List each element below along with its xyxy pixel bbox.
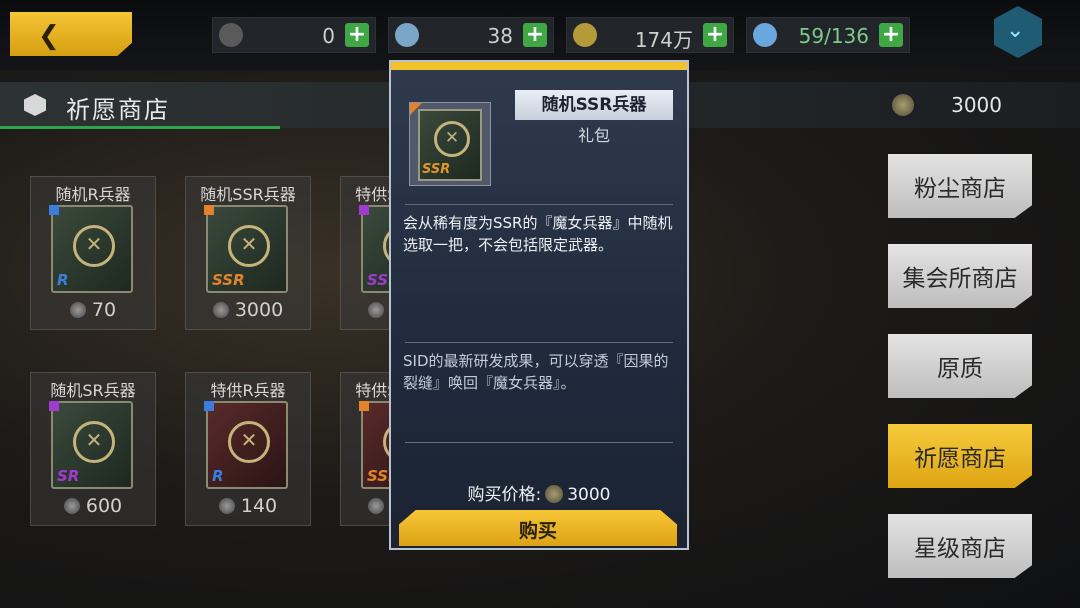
item-price: 140	[186, 495, 310, 517]
side-tab-label: 星级商店	[914, 536, 1006, 562]
purchase-price: 购买价格: 3000	[391, 480, 687, 505]
side-tab-dust-shop[interactable]: 粉尘商店	[888, 154, 1032, 218]
price-label: 购买价格:	[467, 485, 542, 505]
weapon-book-icon: ✕ R	[206, 401, 288, 489]
item-price: 600	[31, 495, 155, 517]
rarity-corner	[359, 205, 369, 215]
rarity-tag: SSR	[212, 271, 245, 289]
item-price: 3000	[186, 299, 310, 321]
shop-item[interactable]: 随机SR兵器 ✕ SR 600	[30, 372, 156, 526]
emblem-icon: ✕	[434, 121, 470, 157]
modal-subtitle: 礼包	[577, 126, 610, 145]
weapon-book-icon: ✕ R	[51, 205, 133, 293]
rarity-tag: SR	[57, 467, 80, 485]
resource-coin-value: 174万	[634, 28, 693, 52]
coin-icon	[573, 23, 597, 47]
coin-icon	[367, 498, 384, 514]
resource-ticket: 0 +	[212, 17, 376, 53]
item-price-value: 3000	[234, 299, 284, 321]
rarity-corner	[204, 205, 214, 215]
coin-icon	[63, 498, 80, 514]
cube-icon	[24, 94, 46, 116]
rarity-corner	[49, 401, 59, 411]
coin-icon	[892, 94, 914, 116]
divider	[405, 442, 673, 443]
side-tab-gathering-shop[interactable]: 集会所商店	[888, 244, 1032, 308]
shop-currency: 3000	[880, 88, 1016, 122]
item-name: 随机SSR兵器	[200, 185, 296, 204]
item-name: 特供R兵器	[210, 381, 286, 400]
weapon-book-icon: ✕ SSR	[418, 109, 482, 181]
rarity-tag: R	[212, 467, 224, 485]
item-flavor-text: SID的最新研发成果，可以穿透『因果的裂缝』唤回『魔女兵器』。	[403, 352, 669, 392]
emblem-icon: ✕	[73, 225, 115, 267]
gem-icon	[395, 23, 419, 47]
add-coin-button[interactable]: +	[703, 23, 727, 47]
add-stamina-button[interactable]: +	[879, 23, 903, 47]
back-button[interactable]: ❮	[10, 12, 132, 56]
emblem-icon: ✕	[228, 225, 270, 267]
side-tab-star-shop[interactable]: 星级商店	[888, 514, 1032, 578]
weapon-book-icon: ✕ SR	[51, 401, 133, 489]
coin-icon	[69, 302, 86, 318]
page-title: 祈愿商店	[66, 96, 170, 124]
side-tab-label: 集会所商店	[902, 266, 1018, 292]
item-price-value: 600	[85, 495, 123, 517]
item-name: 随机SR兵器	[50, 381, 136, 400]
chevron-left-icon: ❮	[38, 21, 60, 51]
ticket-icon	[219, 23, 243, 47]
item-name: 随机R兵器	[55, 185, 131, 204]
rarity-tag: SSR	[422, 162, 451, 177]
add-ticket-button[interactable]: +	[345, 23, 369, 47]
item-price: 70	[31, 299, 155, 321]
resource-ticket-value: 0	[322, 24, 335, 48]
item-thumbnail: ✕ SSR	[409, 102, 491, 186]
rarity-corner	[49, 205, 59, 215]
price-value: 3000	[567, 485, 611, 505]
divider	[405, 342, 673, 343]
resource-stamina: 59/136 +	[746, 17, 910, 53]
item-description: 会从稀有度为SSR的『魔女兵器』中随机选取一把，不会包括限定武器。	[403, 214, 673, 254]
modal-top-strip	[391, 62, 687, 70]
side-tab-label: 粉尘商店	[914, 176, 1006, 202]
emblem-icon: ✕	[73, 421, 115, 463]
coin-icon	[545, 485, 564, 503]
rarity-corner	[359, 401, 369, 411]
coin-icon	[212, 302, 229, 318]
coin-icon	[218, 498, 235, 514]
divider	[405, 204, 673, 205]
shop-item[interactable]: 随机SSR兵器 ✕ SSR 3000	[185, 176, 311, 330]
buy-button-label: 购买	[518, 520, 557, 542]
menu-button[interactable]: ⌄	[994, 6, 1042, 58]
buy-button[interactable]: 购买	[399, 510, 677, 546]
side-tab-label: 祈愿商店	[914, 446, 1006, 472]
side-tab-label: 原质	[937, 356, 983, 382]
emblem-icon: ✕	[228, 421, 270, 463]
add-gem-button[interactable]: +	[523, 23, 547, 47]
header-accent	[0, 126, 280, 129]
modal-title: 随机SSR兵器	[515, 90, 673, 120]
shop-item[interactable]: 特供R兵器 ✕ R 140	[185, 372, 311, 526]
shop-currency-value: 3000	[951, 93, 1002, 117]
side-tab-essence[interactable]: 原质	[888, 334, 1032, 398]
resource-gem: 38 +	[388, 17, 554, 53]
resource-gem-value: 38	[487, 24, 513, 48]
rarity-corner	[204, 401, 214, 411]
side-tab-wish-shop[interactable]: 祈愿商店	[888, 424, 1032, 488]
stamina-icon	[753, 23, 777, 47]
coin-icon	[367, 302, 384, 318]
resource-stamina-value: 59/136	[798, 24, 869, 48]
item-price-value: 70	[91, 299, 117, 321]
rarity-tag: R	[57, 271, 69, 289]
item-price-value: 140	[240, 495, 278, 517]
shop-item[interactable]: 随机R兵器 ✕ R 70	[30, 176, 156, 330]
weapon-book-icon: ✕ SSR	[206, 205, 288, 293]
item-detail-modal: ✕ SSR 随机SSR兵器 礼包 会从稀有度为SSR的『魔女兵器』中随机选取一把…	[389, 60, 689, 550]
chevron-down-icon: ⌄	[1006, 18, 1025, 43]
resource-coin: 174万 +	[566, 17, 734, 53]
